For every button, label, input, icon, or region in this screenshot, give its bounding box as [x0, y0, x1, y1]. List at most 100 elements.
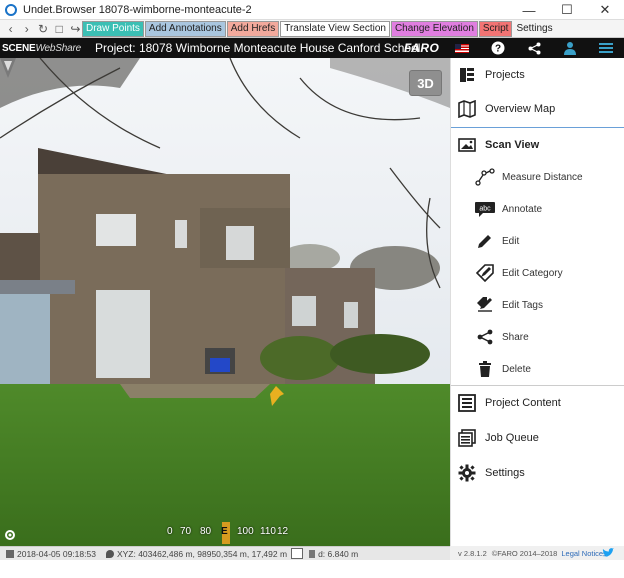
sidebar-item-annotate[interactable]: abc Annotate — [451, 194, 624, 224]
legal-notices-link[interactable]: Legal Notices — [561, 549, 606, 558]
pin-icon — [105, 549, 114, 558]
datetime-value: 2018-04-05 09:18:53 — [17, 548, 96, 559]
twitter-icon[interactable] — [602, 548, 614, 558]
window-controls: — ☐ ✕ — [510, 0, 624, 20]
pencil-icon — [475, 232, 495, 250]
status-xyz: XYZ: 403462,486 m, 98950,354 m, 17,492 m — [96, 549, 287, 559]
add-annotations-button[interactable]: Add Annotations — [144, 20, 226, 37]
map-icon — [458, 100, 476, 118]
compass-tick: 0 — [167, 526, 173, 537]
distance-icon — [309, 549, 316, 558]
sidebar: Projects Overview Map Scan View Measure … — [450, 58, 624, 546]
sidebar-item-job-queue[interactable]: Job Queue — [451, 421, 624, 455]
view-menu-icon[interactable] — [0, 58, 18, 80]
copyright-label: ©FARO 2014–2018 — [491, 548, 558, 558]
sidebar-item-edit-category[interactable]: Edit Category — [451, 258, 624, 288]
settings-toolbar-button[interactable]: Settings — [513, 20, 556, 37]
sidebar-item-measure-distance[interactable]: Measure Distance — [451, 162, 624, 192]
compass-tick: 110 — [260, 526, 276, 537]
svg-text:abc: abc — [479, 206, 491, 213]
sidebar-item-label: Edit Category — [502, 267, 563, 279]
copy-coordinates-icon[interactable] — [291, 548, 304, 559]
3d-view-button[interactable]: 3D — [409, 70, 442, 96]
window-bottom-edge — [0, 560, 624, 578]
home-icon[interactable]: □ — [53, 22, 66, 36]
scan-viewport[interactable]: 3D 0 70 80 E 100 110 12 — [0, 58, 450, 546]
sidebar-item-label: Overview Map — [485, 103, 556, 115]
panorama-image — [0, 58, 450, 546]
compass-scale: 0 70 80 E 100 110 12 — [163, 522, 289, 544]
svg-text:?: ? — [495, 44, 501, 55]
sidebar-item-label: Job Queue — [485, 432, 539, 444]
sidebar-item-delete[interactable]: Delete — [451, 354, 624, 384]
sidebar-item-label: Scan View — [485, 139, 540, 151]
compass-tick: 12 — [277, 526, 289, 537]
annotate-icon: abc — [475, 200, 495, 218]
back-icon[interactable]: ‹ — [4, 22, 17, 36]
browser-toolbar: ‹ › ↻ □ ↪ Draw Points Add Annotations Ad… — [0, 20, 624, 38]
status-datetime: 2018-04-05 09:18:53 — [0, 549, 96, 559]
forward-icon[interactable]: › — [20, 22, 33, 36]
maximize-icon[interactable]: ☐ — [548, 0, 586, 20]
job-queue-icon — [458, 429, 476, 447]
close-icon[interactable]: ✕ — [586, 0, 624, 20]
sidebar-item-label: Settings — [485, 467, 525, 479]
app-header: SCENEWebShare Project: 18078 Wimborne Mo… — [0, 38, 624, 58]
script-button[interactable]: Script — [478, 20, 513, 37]
brand-webshare: WebShare — [35, 42, 81, 54]
scan-view-icon — [458, 136, 476, 154]
trash-icon — [475, 360, 495, 378]
share-icon[interactable] — [516, 38, 552, 58]
distance-value: d: 6.840 m — [318, 548, 359, 559]
gear-icon — [458, 464, 476, 482]
share-icon — [475, 328, 495, 346]
refresh-icon[interactable]: ↻ — [36, 22, 49, 36]
measure-icon — [475, 168, 495, 186]
minimize-icon[interactable]: — — [510, 0, 548, 20]
add-hrefs-button[interactable]: Add Hrefs — [226, 20, 280, 37]
translate-view-section-button[interactable]: Translate View Section — [280, 20, 390, 37]
xyz-value: XYZ: 403462,486 m, 98950,354 m, 17,492 m — [116, 548, 288, 559]
change-elevation-button[interactable]: Change Elevation — [390, 20, 478, 37]
brand-logo: SCENEWebShare — [2, 43, 81, 54]
sidebar-item-project-content[interactable]: Project Content — [451, 386, 624, 420]
nav-icons: ‹ › ↻ □ ↪ — [0, 22, 82, 36]
viewport-settings-icon[interactable] — [3, 528, 17, 542]
compass-east-label: E — [221, 526, 228, 537]
sidebar-item-label: Share — [502, 331, 529, 343]
edit-category-icon — [475, 264, 495, 282]
compass-tick: 80 — [200, 526, 212, 537]
sidebar-item-label: Annotate — [502, 203, 543, 215]
help-icon[interactable]: ? — [480, 38, 516, 58]
compass-tick: 100 — [237, 526, 254, 537]
flag-us-icon[interactable] — [444, 38, 480, 58]
sidebar-footer: v 2.8.1.2 ©FARO 2014–2018 Legal Notices — [450, 546, 624, 560]
sidebar-item-label: Edit — [502, 235, 520, 247]
status-bar: 2018-04-05 09:18:53 XYZ: 403462,486 m, 9… — [0, 546, 450, 560]
sidebar-item-projects[interactable]: Projects — [451, 58, 624, 92]
app-icon — [5, 3, 17, 16]
edit-tags-icon — [475, 296, 495, 314]
window-titlebar: Undet.Browser 18078-wimborne-monteacute-… — [0, 0, 624, 20]
sidebar-item-scan-view[interactable]: Scan View — [451, 128, 624, 162]
header-icons: ? — [444, 38, 624, 58]
sidebar-item-settings[interactable]: Settings — [451, 456, 624, 490]
projects-icon — [458, 66, 476, 84]
user-icon[interactable] — [552, 38, 588, 58]
sidebar-item-edit[interactable]: Edit — [451, 226, 624, 256]
brand-scene: SCENE — [2, 42, 36, 54]
compass-tick: 70 — [180, 526, 192, 537]
project-content-icon — [458, 394, 476, 412]
exit-icon[interactable]: ↪ — [69, 22, 82, 36]
menu-icon[interactable] — [588, 38, 624, 58]
project-title: Project: 18078 Wimborne Monteacute House… — [94, 41, 421, 55]
faro-logo: FARO — [404, 41, 440, 55]
draw-points-button[interactable]: Draw Points — [82, 20, 144, 37]
sidebar-item-label: Delete — [502, 363, 531, 375]
sidebar-item-overview-map[interactable]: Overview Map — [451, 92, 624, 126]
sidebar-item-edit-tags[interactable]: Edit Tags — [451, 290, 624, 320]
sidebar-item-label: Edit Tags — [502, 299, 543, 311]
status-distance: d: 6.840 m — [307, 549, 358, 559]
sidebar-item-share[interactable]: Share — [451, 322, 624, 352]
window-title: Undet.Browser 18078-wimborne-monteacute-… — [23, 3, 252, 16]
